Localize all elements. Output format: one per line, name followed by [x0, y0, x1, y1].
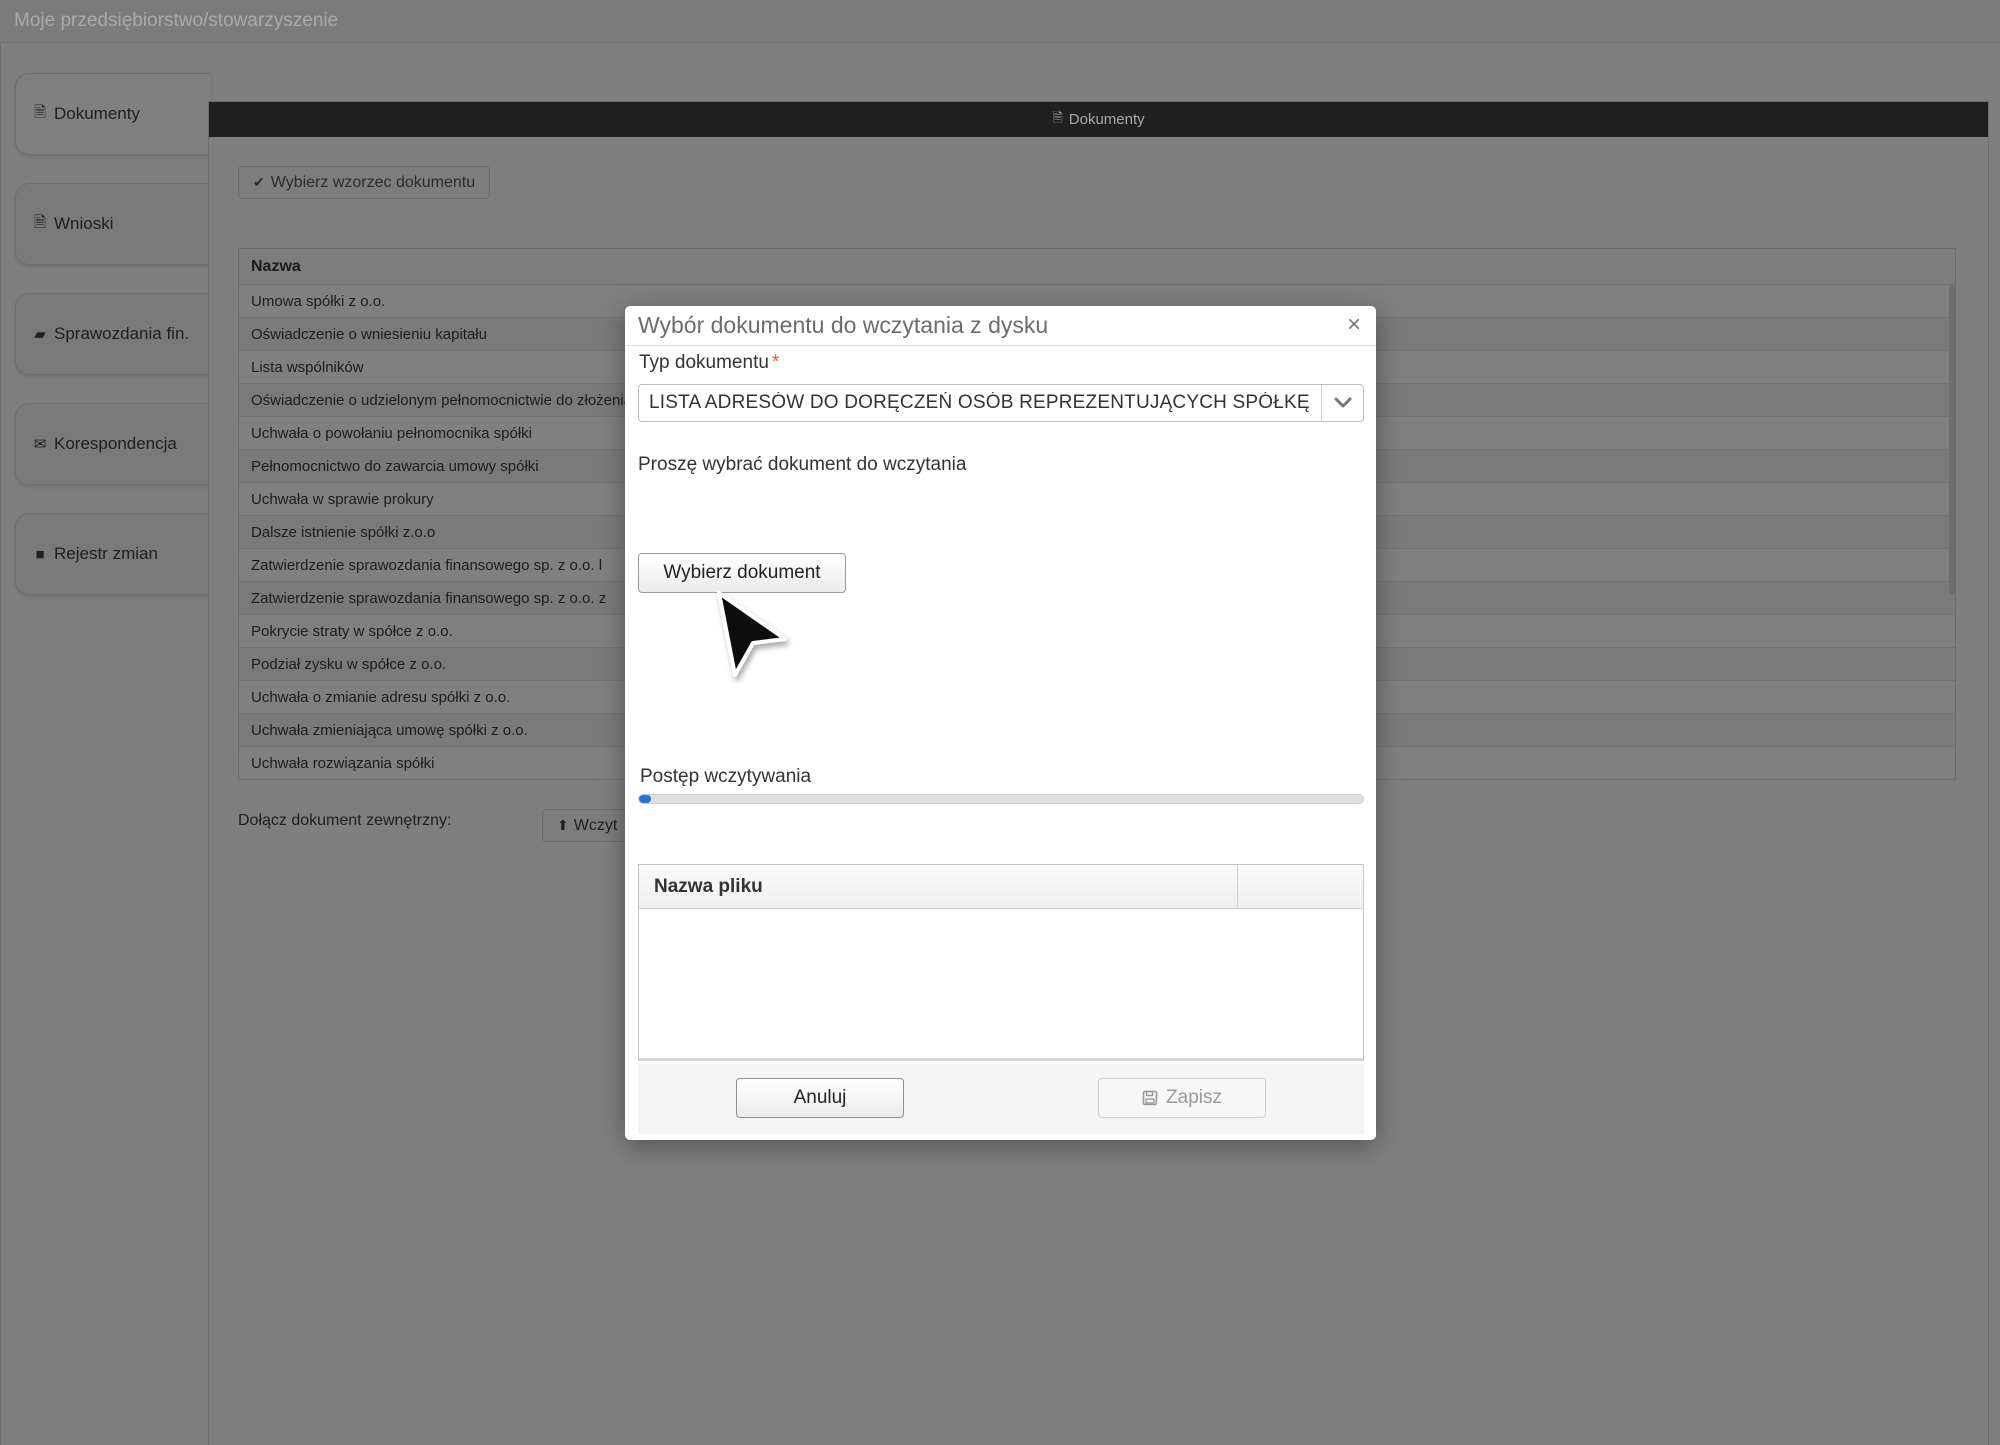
document-type-label: Typ dokumentu *	[639, 352, 779, 374]
upload-icon: ⬆	[557, 817, 569, 833]
close-icon[interactable]: ×	[1342, 313, 1366, 337]
table-scrollbar[interactable]	[1949, 285, 1955, 595]
dialog-header: Wybór dokumentu do wczytania z dysku ×	[625, 306, 1376, 346]
mouse-cursor-icon	[717, 591, 787, 677]
briefcase-icon: ■	[35, 545, 45, 563]
folder-open-icon: ▰	[34, 326, 46, 343]
choose-document-button[interactable]: Wybierz dokument	[638, 553, 846, 593]
dialog-footer: Anuluj Zapisz	[638, 1064, 1364, 1134]
sidebar-item-korespondencja[interactable]: ✉ Korespondencja	[15, 403, 211, 485]
file-actions-column-header	[1238, 865, 1363, 908]
save-button[interactable]: Zapisz	[1098, 1078, 1266, 1118]
attach-external-label: Dołącz dokument zewnętrzny:	[238, 812, 452, 829]
panel-title: Dokumenty	[1068, 111, 1145, 128]
sidebar-item-label: Korespondencja	[54, 434, 177, 453]
upload-dialog: Wybór dokumentu do wczytania z dysku × T…	[625, 306, 1376, 1140]
sidebar-item-label: Sprawozdania fin.	[54, 324, 190, 343]
sidebar-item-label: Wnioski	[54, 214, 114, 233]
choose-template-label: Wybierz wzorzec dokumentu	[270, 173, 476, 191]
envelope-icon: ✉	[33, 436, 47, 453]
file-icon: 🗎	[33, 103, 47, 121]
sidebar-item-wnioski[interactable]: 🗎 Wnioski	[15, 183, 211, 265]
dialog-title: Wybór dokumentu do wczytania z dysku	[638, 312, 1049, 338]
document-type-select[interactable]: LISTA ADRESÓW DO DORĘCZEŃ OSÓB REPREZENT…	[638, 384, 1364, 422]
panel-header: 🗎 Dokumenty	[209, 102, 1988, 137]
table-header-name: Nazwa	[239, 249, 1955, 285]
required-asterisk: *	[771, 352, 780, 373]
document-type-label-text: Typ dokumentu	[639, 352, 769, 373]
upload-instruction: Proszę wybrać dokument do wczytania	[638, 454, 967, 475]
choose-template-button[interactable]: ✔ Wybierz wzorzec dokumentu	[238, 166, 491, 199]
file-name-column-header: Nazwa pliku	[639, 865, 1238, 908]
sidebar-item-rejestr-zmian[interactable]: ■ Rejestr zmian	[15, 513, 211, 595]
upload-progress-fill	[639, 795, 651, 803]
app-topbar: Moje przedsiębiorstwo/stowarzyszenie	[0, 0, 2000, 43]
floppy-disk-icon	[1142, 1090, 1158, 1106]
save-button-label: Zapisz	[1166, 1087, 1222, 1108]
sidebar-item-sprawozdania[interactable]: ▰ Sprawozdania fin.	[15, 293, 211, 375]
chevron-down-icon[interactable]	[1321, 385, 1363, 421]
file-icon: 🗎	[1052, 109, 1063, 125]
sidebar-item-dokumenty[interactable]: 🗎 Dokumenty	[15, 73, 211, 155]
check-icon: ✔	[253, 174, 265, 190]
progress-label: Postęp wczytywania	[640, 766, 812, 787]
upload-progress-bar	[638, 794, 1364, 804]
file-text-icon: 🗎	[33, 213, 47, 231]
document-type-value: LISTA ADRESÓW DO DORĘCZEŃ OSÓB REPREZENT…	[649, 392, 1310, 413]
file-table-header: Nazwa pliku	[639, 865, 1363, 909]
sidebar-item-label: Dokumenty	[54, 104, 140, 123]
sidebar-item-label: Rejestr zmian	[54, 544, 158, 563]
upload-external-label: Wczyt	[573, 816, 618, 834]
app-title: Moje przedsiębiorstwo/stowarzyszenie	[14, 10, 339, 31]
cancel-button[interactable]: Anuluj	[736, 1078, 904, 1118]
file-list-table: Nazwa pliku	[638, 864, 1364, 1061]
